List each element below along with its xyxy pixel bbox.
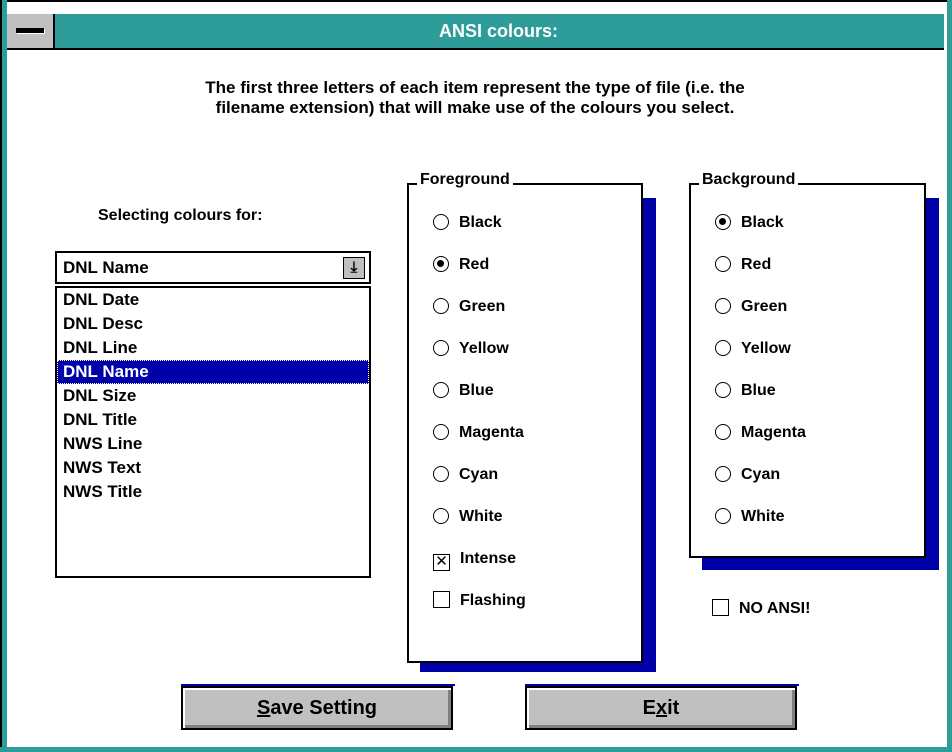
radio-label: White bbox=[459, 508, 503, 525]
radio-label: Yellow bbox=[741, 340, 791, 357]
radio-circle-icon bbox=[433, 214, 449, 230]
foreground-radio-yellow[interactable]: Yellow bbox=[433, 335, 509, 363]
background-radio-blue[interactable]: Blue bbox=[715, 377, 776, 405]
exit-button[interactable]: Exit bbox=[525, 686, 797, 730]
radio-circle-icon bbox=[433, 424, 449, 440]
exit-pre: E bbox=[642, 697, 656, 719]
radio-label: Yellow bbox=[459, 340, 509, 357]
foreground-radio-black[interactable]: Black bbox=[433, 209, 502, 237]
foreground-radio-blue[interactable]: Blue bbox=[433, 377, 494, 405]
intense-checkbox[interactable]: ✕ Intense bbox=[433, 545, 516, 573]
no-ansi-box bbox=[712, 599, 729, 616]
list-item[interactable]: DNL Size bbox=[57, 384, 369, 408]
foreground-title: Foreground bbox=[417, 171, 513, 189]
radio-label: Green bbox=[741, 298, 788, 315]
radio-label: Cyan bbox=[459, 466, 499, 483]
radio-label: Black bbox=[459, 214, 502, 231]
list-item[interactable]: NWS Line bbox=[57, 432, 369, 456]
list-item[interactable]: NWS Text bbox=[57, 456, 369, 480]
radio-circle-icon bbox=[715, 382, 731, 398]
radio-label: Green bbox=[459, 298, 506, 315]
radio-circle-icon bbox=[433, 298, 449, 314]
background-radio-red[interactable]: Red bbox=[715, 251, 771, 279]
radio-circle-icon bbox=[715, 424, 731, 440]
radio-circle-icon bbox=[715, 466, 731, 482]
radio-circle-icon bbox=[433, 340, 449, 356]
radio-label: Magenta bbox=[741, 424, 806, 441]
flashing-box bbox=[433, 591, 450, 608]
list-item[interactable]: DNL Date bbox=[57, 288, 369, 312]
save-mnemonic: S bbox=[256, 697, 271, 719]
window-title: ANSI colours: bbox=[438, 21, 558, 41]
radio-label: Blue bbox=[459, 382, 494, 399]
foreground-radio-white[interactable]: White bbox=[433, 503, 503, 531]
list-item[interactable]: NWS Title bbox=[57, 480, 369, 504]
radio-circle-icon bbox=[715, 214, 731, 230]
radio-label: Red bbox=[741, 256, 772, 273]
flashing-label: Flashing bbox=[460, 592, 526, 609]
background-radio-black[interactable]: Black bbox=[715, 209, 784, 237]
arrow-down-icon[interactable]: ⤓ bbox=[343, 257, 365, 279]
radio-label: Red bbox=[459, 256, 490, 273]
radio-label: Black bbox=[741, 214, 784, 231]
radio-label: White bbox=[741, 508, 785, 525]
background-title: Background bbox=[699, 171, 799, 189]
intense-label: Intense bbox=[460, 550, 517, 567]
exit-mnemonic: x bbox=[656, 697, 668, 719]
file-type-list[interactable]: DNL Date DNL Desc DNL Line DNL Name DNL Size… bbox=[55, 286, 371, 578]
radio-circle-icon bbox=[715, 298, 731, 314]
system-menu-button[interactable] bbox=[7, 14, 55, 48]
background-radio-white[interactable]: White bbox=[715, 503, 785, 531]
foreground-radio-red[interactable]: Red bbox=[433, 251, 489, 279]
exit-rest: it bbox=[667, 697, 680, 719]
foreground-radio-magenta[interactable]: Magenta bbox=[433, 419, 524, 447]
list-item[interactable]: DNL Desc bbox=[57, 312, 369, 336]
selecting-colours-label: Selecting colours for: bbox=[98, 207, 263, 224]
list-item[interactable]: DNL Line bbox=[57, 336, 369, 360]
radio-circle-icon bbox=[433, 508, 449, 524]
radio-circle-icon bbox=[715, 508, 731, 524]
file-type-combobox[interactable]: DNL Name ⤓ bbox=[55, 251, 371, 284]
combobox-value: DNL Name bbox=[63, 258, 149, 277]
foreground-radio-green[interactable]: Green bbox=[433, 293, 505, 321]
window-frame-bottom bbox=[0, 747, 952, 752]
system-menu-icon bbox=[16, 28, 44, 33]
window-frame-right bbox=[947, 0, 952, 748]
flashing-checkbox[interactable]: Flashing bbox=[433, 587, 526, 615]
no-ansi-checkbox[interactable]: NO ANSI! bbox=[712, 595, 810, 623]
foreground-group: Foreground Black Red Green Yellow Blue Magent… bbox=[407, 171, 643, 663]
list-item[interactable]: DNL Title bbox=[57, 408, 369, 432]
background-radio-yellow[interactable]: Yellow bbox=[715, 335, 791, 363]
radio-label: Blue bbox=[741, 382, 776, 399]
window-frame-left bbox=[2, 0, 7, 748]
list-item[interactable]: DNL Name bbox=[57, 360, 369, 384]
background-radio-magenta[interactable]: Magenta bbox=[715, 419, 806, 447]
title-bar[interactable]: ANSI colours: bbox=[7, 14, 944, 50]
no-ansi-label: NO ANSI! bbox=[739, 600, 811, 617]
radio-circle-icon bbox=[715, 340, 731, 356]
intro-text: The first three letters of each item rep… bbox=[205, 78, 745, 117]
radio-circle-icon bbox=[433, 466, 449, 482]
radio-label: Cyan bbox=[741, 466, 781, 483]
radio-label: Magenta bbox=[459, 424, 524, 441]
background-radio-cyan[interactable]: Cyan bbox=[715, 461, 780, 489]
radio-circle-icon bbox=[433, 382, 449, 398]
background-radio-green[interactable]: Green bbox=[715, 293, 787, 321]
radio-circle-icon bbox=[715, 256, 731, 272]
save-label: ave Setting bbox=[270, 697, 378, 719]
background-group: Background Black Red Green Yellow Blue Magent… bbox=[689, 171, 926, 558]
save-setting-button[interactable]: Save Setting bbox=[181, 686, 453, 730]
foreground-radio-cyan[interactable]: Cyan bbox=[433, 461, 498, 489]
radio-circle-icon bbox=[433, 256, 449, 272]
intense-box: ✕ bbox=[433, 554, 450, 571]
